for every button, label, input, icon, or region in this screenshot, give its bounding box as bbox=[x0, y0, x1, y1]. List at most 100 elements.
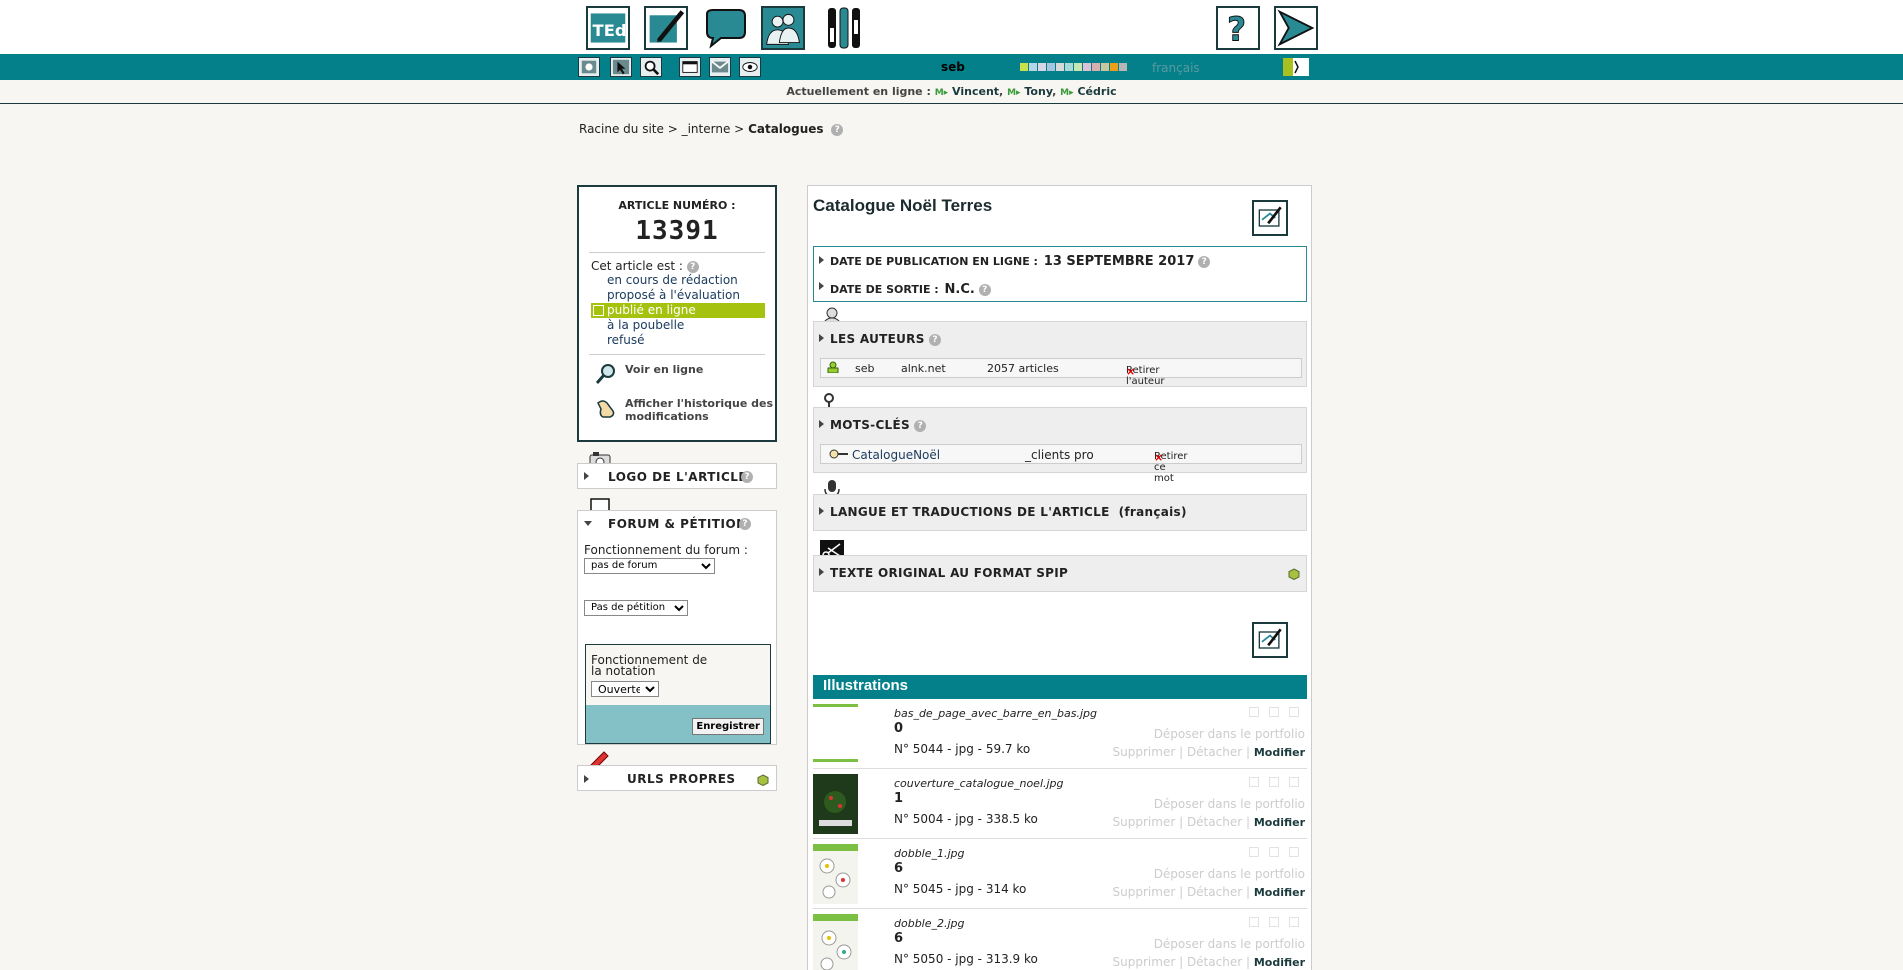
expand-arrow-icon[interactable] bbox=[819, 256, 824, 264]
petition-select[interactable]: Pas de pétition bbox=[584, 599, 688, 616]
detach-link[interactable]: Détacher bbox=[1187, 745, 1242, 759]
status-draft[interactable]: en cours de rédaction bbox=[591, 273, 765, 288]
help-question-icon[interactable]: ? bbox=[1216, 6, 1260, 50]
edit-article-icon-bottom[interactable] bbox=[1252, 622, 1288, 658]
illustration-thumbnail[interactable] bbox=[813, 914, 858, 970]
delete-link[interactable]: Supprimer bbox=[1113, 745, 1176, 759]
color-swatch[interactable] bbox=[1020, 63, 1028, 71]
expand-arrow-icon[interactable] bbox=[819, 334, 824, 342]
illustration-thumbnail[interactable] bbox=[813, 844, 858, 904]
detach-link[interactable]: Détacher bbox=[1187, 815, 1242, 829]
status-refused[interactable]: refusé bbox=[591, 333, 765, 348]
rotate-left-icon[interactable] bbox=[1249, 707, 1259, 717]
notation-dropdown[interactable]: Ouverte bbox=[591, 681, 659, 697]
status-published[interactable]: publié en ligne bbox=[591, 303, 765, 318]
rotate-180-icon[interactable] bbox=[1289, 847, 1299, 857]
rotate-right-icon[interactable] bbox=[1269, 777, 1279, 787]
color-swatch[interactable] bbox=[1047, 63, 1055, 71]
rubric-icon[interactable] bbox=[578, 57, 600, 77]
delete-link[interactable]: Supprimer bbox=[1113, 815, 1176, 829]
color-swatch[interactable] bbox=[1074, 63, 1082, 71]
color-swatch[interactable] bbox=[1065, 63, 1073, 71]
online-user-cedric[interactable]: Cédric bbox=[1077, 85, 1116, 98]
online-user-vincent[interactable]: Vincent bbox=[952, 85, 999, 98]
exit-arrow-icon[interactable] bbox=[1274, 6, 1318, 50]
remove-x-icon[interactable]: × bbox=[1126, 365, 1135, 378]
save-button[interactable]: Enregistrer bbox=[692, 718, 764, 735]
deposit-portfolio-link[interactable]: Déposer dans le portfolio bbox=[1154, 937, 1305, 951]
color-swatch[interactable] bbox=[1119, 63, 1127, 71]
keyword-name[interactable]: CatalogueNoël bbox=[852, 448, 940, 462]
author-name[interactable]: seb bbox=[855, 362, 874, 375]
exit-date-row[interactable]: DATE DE SORTIE : N.C. ? bbox=[830, 282, 991, 297]
color-swatch[interactable] bbox=[1056, 63, 1064, 71]
forum-mode-dropdown[interactable]: pas de forum bbox=[584, 557, 715, 574]
status-proposed[interactable]: proposé à l'évaluation bbox=[591, 288, 765, 303]
pen-edit-icon[interactable] bbox=[644, 6, 688, 50]
history-link[interactable]: Afficher l'historique des modifications bbox=[595, 397, 775, 423]
tools-icon[interactable] bbox=[822, 6, 866, 50]
layout-width-icon[interactable] bbox=[1283, 58, 1309, 76]
modify-link[interactable]: Modifier bbox=[1254, 816, 1305, 829]
deposit-portfolio-link[interactable]: Déposer dans le portfolio bbox=[1154, 867, 1305, 881]
view-online-link[interactable]: Voir en ligne bbox=[595, 363, 775, 384]
expand-arrow-icon[interactable] bbox=[819, 568, 824, 576]
illustration-thumbnail[interactable] bbox=[813, 774, 858, 834]
mail-icon[interactable] bbox=[709, 57, 731, 77]
rotate-180-icon[interactable] bbox=[1289, 777, 1299, 787]
petition-dropdown[interactable]: Pas de pétition bbox=[584, 599, 688, 616]
detach-link[interactable]: Détacher bbox=[1187, 885, 1242, 899]
remove-x-icon[interactable]: × bbox=[1154, 451, 1163, 464]
urls-section[interactable]: URLS PROPRES bbox=[577, 765, 777, 791]
color-swatch[interactable] bbox=[1038, 63, 1046, 71]
collapse-arrow-icon[interactable] bbox=[584, 521, 592, 526]
online-user-tony[interactable]: Tony bbox=[1024, 85, 1052, 98]
breadcrumb-root[interactable]: Racine du site bbox=[579, 122, 664, 136]
color-swatch[interactable] bbox=[1092, 63, 1100, 71]
publication-date-row[interactable]: DATE DE PUBLICATION EN LIGNE : 13 SEPTEM… bbox=[830, 254, 1211, 269]
author-site[interactable]: alnk.net bbox=[901, 362, 946, 375]
notation-select[interactable]: Ouverte bbox=[591, 681, 659, 697]
help-icon[interactable]: ? bbox=[914, 419, 927, 432]
help-icon[interactable]: ? bbox=[929, 333, 942, 346]
rotate-left-icon[interactable] bbox=[1249, 847, 1259, 857]
search-zoom-icon[interactable] bbox=[640, 57, 662, 77]
expand-arrow-icon[interactable] bbox=[819, 282, 824, 290]
cursor-navigate-icon[interactable] bbox=[610, 57, 632, 77]
eye-preview-icon[interactable] bbox=[739, 57, 761, 77]
original-text-section[interactable]: TEXTE ORIGINAL AU FORMAT SPIP bbox=[813, 555, 1307, 592]
deposit-portfolio-link[interactable]: Déposer dans le portfolio bbox=[1154, 727, 1305, 741]
rotate-180-icon[interactable] bbox=[1289, 917, 1299, 927]
language-selector[interactable]: français bbox=[1152, 61, 1200, 75]
modify-link[interactable]: Modifier bbox=[1254, 956, 1305, 969]
logo-section[interactable]: LOGO DE L'ARTICLE ? bbox=[577, 463, 777, 489]
calendar-icon[interactable] bbox=[679, 57, 701, 77]
detach-link[interactable]: Détacher bbox=[1187, 955, 1242, 969]
modify-link[interactable]: Modifier bbox=[1254, 886, 1305, 899]
users-icon[interactable] bbox=[761, 6, 805, 50]
edit-article-icon[interactable] bbox=[1252, 200, 1288, 236]
current-user[interactable]: seb bbox=[941, 60, 965, 74]
color-swatch[interactable] bbox=[1029, 63, 1037, 71]
breadcrumb-section[interactable]: _interne bbox=[682, 122, 731, 136]
status-trash[interactable]: à la poubelle bbox=[591, 318, 765, 333]
expand-arrow-icon[interactable] bbox=[584, 472, 589, 480]
help-icon[interactable]: ? bbox=[686, 260, 699, 273]
help-icon[interactable]: ? bbox=[739, 518, 751, 530]
help-icon[interactable]: ? bbox=[741, 471, 753, 483]
color-swatch[interactable] bbox=[1110, 63, 1118, 71]
rotate-right-icon[interactable] bbox=[1269, 847, 1279, 857]
rotate-left-icon[interactable] bbox=[1249, 917, 1259, 927]
expand-arrow-icon[interactable] bbox=[819, 420, 824, 428]
deposit-portfolio-link[interactable]: Déposer dans le portfolio bbox=[1154, 797, 1305, 811]
language-section[interactable]: LANGUE ET TRADUCTIONS DE L'ARTICLE (fran… bbox=[813, 494, 1307, 531]
delete-link[interactable]: Supprimer bbox=[1113, 885, 1176, 899]
illustration-thumbnail[interactable] bbox=[813, 704, 858, 764]
color-swatch[interactable] bbox=[1101, 63, 1109, 71]
breadcrumb-current[interactable]: Catalogues bbox=[748, 122, 824, 136]
expand-arrow-icon[interactable] bbox=[584, 775, 589, 783]
rotate-left-icon[interactable] bbox=[1249, 777, 1259, 787]
expand-arrow-icon[interactable] bbox=[819, 507, 824, 515]
help-icon[interactable]: ? bbox=[978, 284, 991, 296]
help-icon[interactable]: ? bbox=[1198, 256, 1211, 268]
